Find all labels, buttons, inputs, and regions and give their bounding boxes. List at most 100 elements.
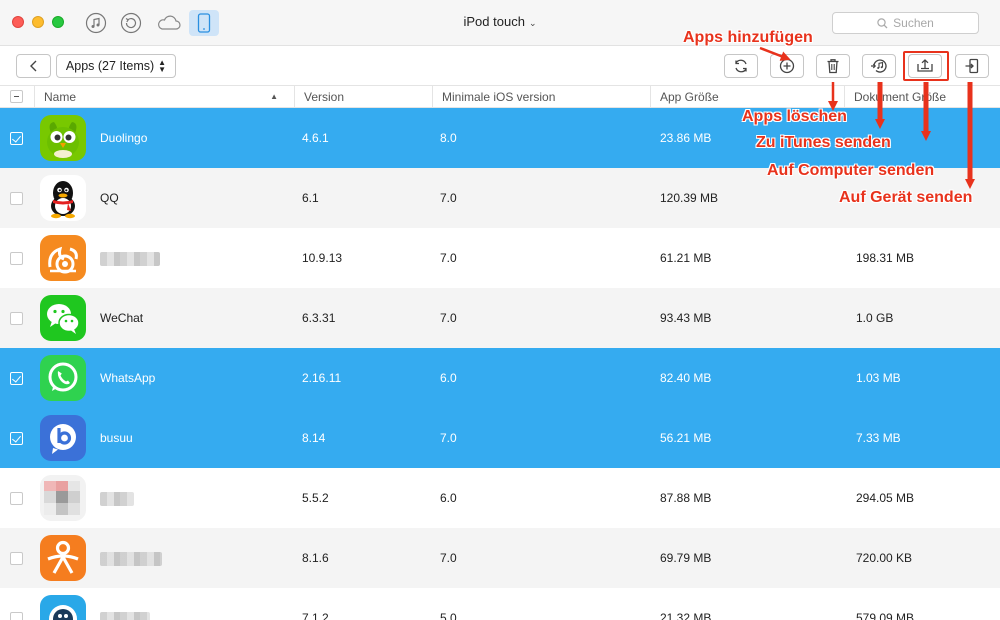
column-header-doc-size[interactable]: Dokument Größe (844, 86, 1000, 108)
app-name: busuu (100, 431, 133, 445)
row-checkbox[interactable] (10, 492, 23, 505)
app-min-ios: 8.0 (440, 131, 457, 145)
app-name: QQ (100, 191, 119, 205)
app-version: 5.5.2 (302, 491, 329, 505)
app-min-ios: 6.0 (440, 491, 457, 505)
app-min-ios: 5.0 (440, 611, 457, 620)
itunes-icon (871, 59, 887, 73)
orange-person-icon (40, 535, 86, 581)
row-checkbox[interactable] (10, 312, 23, 325)
select-all-column (0, 86, 34, 108)
doc-size: 198.31 MB (856, 251, 915, 265)
app-version: 4.6.1 (302, 131, 329, 145)
blurred-app-name (100, 252, 160, 266)
annotation-send-to-itunes: Zu iTunes senden (756, 134, 891, 151)
row-checkbox[interactable] (10, 432, 23, 445)
table-row[interactable]: 10.9.13 7.0 61.21 MB 198.31 MB (0, 228, 1000, 288)
app-name: Duolingo (100, 131, 148, 145)
wechat-icon (40, 295, 86, 341)
row-checkbox[interactable] (10, 132, 23, 145)
app-size: 93.43 MB (660, 311, 712, 325)
app-size: 69.79 MB (660, 551, 712, 565)
table-row[interactable]: 7.1.2 5.0 21.32 MB 579.09 MB (0, 588, 1000, 620)
trash-icon (827, 59, 839, 74)
delete-apps-button[interactable] (816, 54, 850, 78)
app-version: 6.3.31 (302, 311, 336, 325)
row-checkbox[interactable] (10, 372, 23, 385)
updown-chevron-icon: ▲ ▼ (158, 58, 167, 74)
send-to-device-button[interactable] (955, 54, 989, 78)
app-min-ios: 7.0 (440, 311, 457, 325)
export-to-device-icon (965, 58, 979, 74)
blurred-app-name (100, 492, 134, 506)
busuu-icon (40, 415, 86, 461)
highlight-box (903, 51, 949, 81)
app-size: 61.21 MB (660, 251, 712, 265)
annotation-send-to-computer: Auf Computer senden (767, 162, 935, 179)
annotation-send-to-device: Auf Gerät senden (839, 189, 973, 206)
row-checkbox[interactable] (10, 612, 23, 620)
doc-size: 7.33 MB (856, 431, 901, 445)
doc-size: 720.00 KB (856, 551, 913, 565)
annotation-delete-apps: Apps löschen (742, 108, 847, 125)
blurred-app-name (100, 552, 162, 566)
search-input[interactable]: Suchen (832, 12, 979, 34)
row-checkbox[interactable] (10, 252, 23, 265)
table-header: Name ▲ Version Minimale iOS version App … (0, 86, 1000, 108)
column-header-min-ios[interactable]: Minimale iOS version (432, 86, 650, 108)
doc-size: 294.05 MB (856, 491, 915, 505)
app-list: Duolingo 4.6.1 8.0 23.86 MB QQ 6.1 7.0 1… (0, 108, 1000, 620)
app-min-ios: 7.0 (440, 251, 457, 265)
column-header-app-size[interactable]: App Größe (650, 86, 844, 108)
blurred-app-name (100, 612, 150, 620)
app-size: 21.32 MB (660, 611, 712, 620)
category-select[interactable]: Apps (27 Items) ▲ ▼ (56, 54, 176, 78)
app-size: 120.39 MB (660, 191, 719, 205)
search-placeholder: Suchen (893, 16, 934, 30)
blurred-app-icon (40, 475, 86, 521)
add-icon (779, 58, 795, 74)
sort-ascending-icon: ▲ (270, 92, 278, 101)
table-row[interactable]: WeChat 6.3.31 7.0 93.43 MB 1.0 GB (0, 288, 1000, 348)
table-row[interactable]: busuu 8.14 7.0 56.21 MB 7.33 MB (0, 408, 1000, 468)
app-min-ios: 6.0 (440, 371, 457, 385)
penguin-app-icon (40, 595, 86, 620)
annotation-add-apps: Apps hinzufügen (683, 29, 813, 46)
app-size: 87.88 MB (660, 491, 712, 505)
chevron-down-icon: ⌄ (528, 18, 537, 28)
row-checkbox[interactable] (10, 552, 23, 565)
doc-size: 579.09 MB (856, 611, 915, 620)
search-icon (877, 17, 888, 28)
toolbar: Apps (27 Items) ▲ ▼ (0, 46, 1000, 86)
app-min-ios: 7.0 (440, 431, 457, 445)
send-to-itunes-button[interactable] (862, 54, 896, 78)
table-row[interactable]: 5.5.2 6.0 87.88 MB 294.05 MB (0, 468, 1000, 528)
category-label: Apps (27 Items) (65, 59, 155, 73)
refresh-icon (735, 59, 747, 73)
app-min-ios: 7.0 (440, 551, 457, 565)
app-version: 6.1 (302, 191, 319, 205)
app-version: 2.16.11 (302, 371, 342, 385)
row-checkbox[interactable] (10, 192, 23, 205)
app-size: 23.86 MB (660, 131, 712, 145)
app-version: 7.1.2 (302, 611, 329, 620)
title-bar: iPod touch ⌄ Suchen (0, 0, 1000, 46)
table-row[interactable]: WhatsApp 2.16.11 6.0 82.40 MB 1.03 MB (0, 348, 1000, 408)
column-header-version[interactable]: Version (294, 86, 432, 108)
doc-size: 1.0 GB (856, 311, 894, 325)
uc-browser-icon (40, 235, 86, 281)
app-version: 8.14 (302, 431, 326, 445)
app-size: 56.21 MB (660, 431, 712, 445)
back-button[interactable] (16, 54, 51, 78)
refresh-button[interactable] (724, 54, 758, 78)
app-name: WhatsApp (100, 371, 156, 385)
app-size: 82.40 MB (660, 371, 712, 385)
column-header-name[interactable]: Name ▲ (34, 86, 294, 108)
app-name: WeChat (100, 311, 144, 325)
add-apps-button[interactable] (770, 54, 804, 78)
select-all-checkbox[interactable] (10, 90, 23, 103)
app-version: 10.9.13 (302, 251, 343, 265)
doc-size: 1.03 MB (856, 371, 901, 385)
device-name: iPod touch (463, 14, 525, 29)
table-row[interactable]: 8.1.6 7.0 69.79 MB 720.00 KB (0, 528, 1000, 588)
